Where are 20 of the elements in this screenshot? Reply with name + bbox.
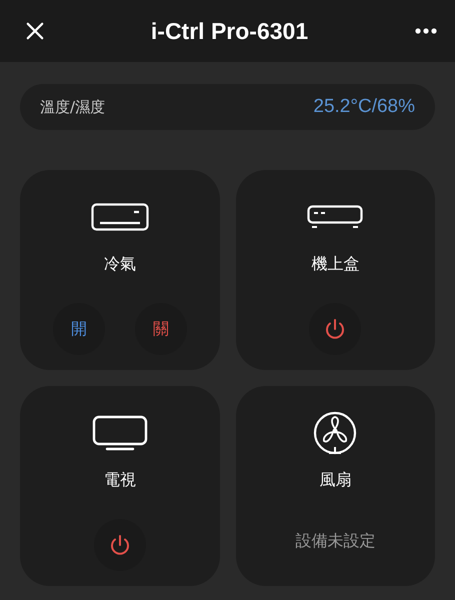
status-text: 設備未設定	[295, 531, 376, 552]
sensor-reading: 25.2°C/68%	[313, 96, 415, 118]
more-icon[interactable]	[415, 28, 437, 34]
device-name: 冷氣	[104, 254, 136, 275]
device-card[interactable]: 機上盒	[236, 170, 435, 370]
device-name: 風扇	[319, 470, 352, 491]
device-name: 電視	[104, 470, 136, 491]
device-name: 機上盒	[311, 254, 360, 275]
air-conditioner-icon	[90, 203, 149, 231]
screen-title: i-Ctrl Pro-6301	[150, 18, 308, 44]
device-card[interactable]: 電視	[20, 386, 220, 586]
fan-icon	[313, 411, 358, 455]
sensor-label: 溫度/濕度	[40, 98, 106, 116]
command-button[interactable]: 開	[52, 303, 105, 355]
device-card[interactable]: 風扇 設備未設定	[236, 386, 435, 586]
device-card[interactable]: 冷氣 開 關	[20, 170, 220, 370]
command-button[interactable]: 關	[134, 303, 187, 355]
set-top-box-icon	[307, 205, 364, 229]
tv-icon	[92, 415, 148, 451]
close-icon[interactable]	[26, 22, 44, 40]
